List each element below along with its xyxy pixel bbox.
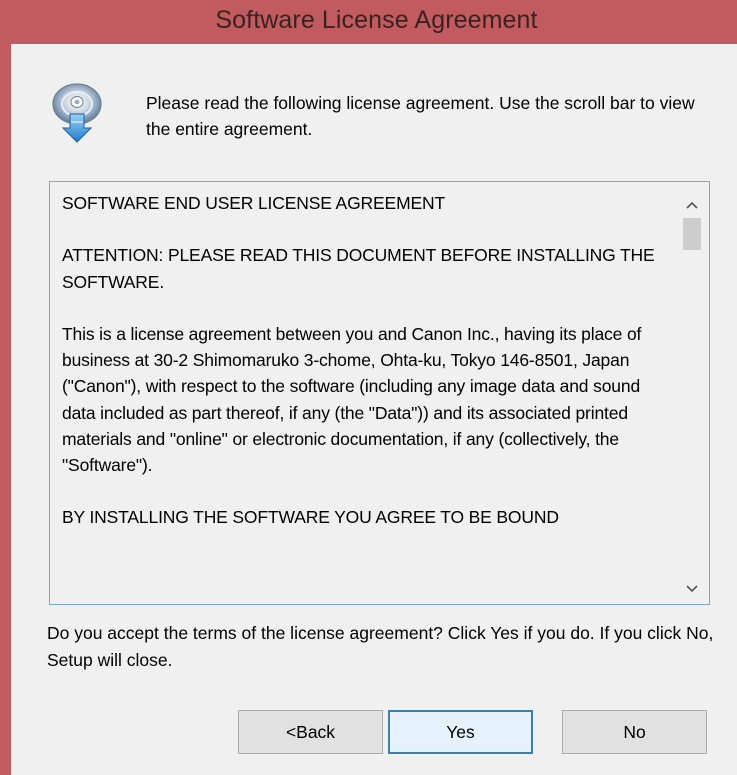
yes-button[interactable]: Yes <box>388 710 533 754</box>
back-button[interactable]: <Back <box>238 710 383 754</box>
scroll-thumb[interactable] <box>683 218 701 250</box>
chevron-up-icon <box>686 201 698 209</box>
chevron-down-icon <box>686 585 698 593</box>
title-bar[interactable]: Software License Agreement <box>0 0 737 44</box>
setup-dialog: Software License Agreement Please read t… <box>0 0 737 775</box>
install-disc-icon <box>52 83 102 143</box>
license-text-area[interactable]: SOFTWARE END USER LICENSE AGREEMENT ATTE… <box>49 181 710 605</box>
vertical-scrollbar[interactable] <box>675 182 709 604</box>
window-title: Software License Agreement <box>215 5 538 34</box>
scroll-down-button[interactable] <box>675 574 709 604</box>
license-content: SOFTWARE END USER LICENSE AGREEMENT ATTE… <box>62 190 672 557</box>
dialog-body: Please read the following license agreem… <box>11 44 737 775</box>
license-paragraph: BY INSTALLING THE SOFTWARE YOU AGREE TO … <box>62 507 559 528</box>
accept-question: Do you accept the terms of the license a… <box>47 623 714 670</box>
no-button[interactable]: No <box>562 710 707 754</box>
scroll-up-button[interactable] <box>675 190 709 220</box>
license-paragraph: This is a license agreement between you … <box>62 323 642 475</box>
license-paragraph: ATTENTION: PLEASE READ THIS DOCUMENT BEF… <box>62 245 655 292</box>
license-paragraph: SOFTWARE END USER LICENSE AGREEMENT <box>62 193 446 213</box>
instruction-text: Please read the following license agreem… <box>146 93 695 139</box>
